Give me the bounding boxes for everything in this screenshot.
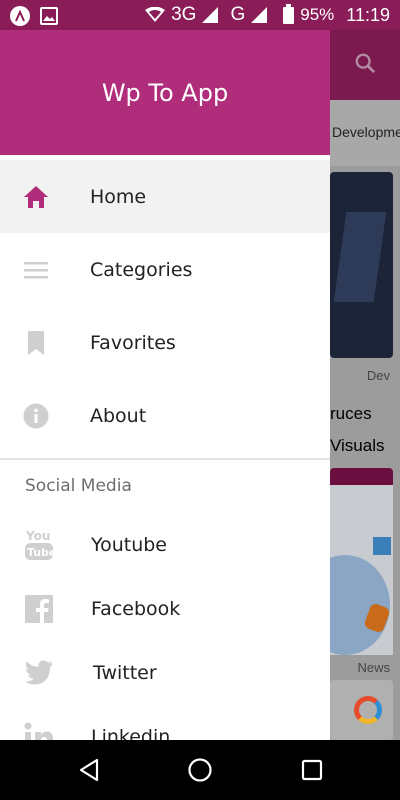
battery-percent: 95% — [300, 5, 335, 24]
home-circle-icon — [188, 758, 212, 782]
drawer-item-home[interactable]: Home — [0, 160, 330, 233]
svg-text:Tube: Tube — [27, 546, 54, 559]
battery-icon — [283, 3, 295, 24]
search-icon — [355, 53, 376, 74]
youtube-icon: You Tube — [24, 528, 54, 562]
navigation-drawer: Wp To App Home Categories Favorites Abou… — [0, 30, 330, 740]
drawer-item-label: Home — [90, 185, 147, 208]
drawer-item-about[interactable]: About — [0, 379, 330, 452]
svg-text:You: You — [25, 529, 50, 543]
signal-icon-2 — [251, 7, 268, 23]
drawer-item-youtube[interactable]: You Tube Youtube — [0, 514, 330, 578]
drawer-item-label: Categories — [90, 258, 193, 281]
background-card-category: Dev — [366, 368, 390, 383]
linkedin-icon — [24, 720, 54, 740]
background-card-3 — [330, 680, 393, 740]
drawer-item-favorites[interactable]: Favorites — [0, 306, 330, 379]
drawer-header: Wp To App — [0, 30, 330, 155]
drawer-item-label: Youtube — [91, 534, 167, 556]
background-tab: Developme — [330, 100, 400, 166]
status-bar: 3G G 95% 11:19 — [0, 0, 400, 30]
image-notification-icon — [40, 7, 58, 25]
clock: 11:19 — [346, 4, 390, 25]
drawer-item-label: About — [90, 404, 147, 427]
facebook-icon — [24, 592, 54, 626]
drawer-item-twitter[interactable]: Twitter — [0, 642, 330, 706]
section-label-social: Social Media — [25, 476, 132, 496]
background-card-image-2 — [330, 485, 393, 655]
drawer-divider — [0, 458, 330, 460]
drawer-item-label: Facebook — [91, 598, 181, 620]
system-nav-bar — [0, 740, 400, 800]
back-button[interactable] — [75, 756, 103, 784]
signal-icon — [202, 7, 219, 23]
drawer-item-label: Favorites — [90, 331, 176, 354]
recents-button[interactable] — [298, 756, 326, 784]
drawer-title: Wp To App — [101, 78, 229, 107]
home-icon — [22, 183, 50, 211]
twitter-icon — [24, 656, 54, 690]
network-g-label: G — [230, 4, 246, 25]
menu-icon — [22, 256, 50, 284]
drawer-item-linkedin[interactable]: Linkedin — [0, 706, 330, 740]
network-3g-label: 3G — [171, 4, 197, 25]
background-title-line1: ruces — [330, 404, 372, 423]
background-toolbar — [330, 30, 400, 100]
drawer-item-label: Twitter — [93, 662, 157, 684]
drawer-item-label: Linkedin — [91, 726, 171, 740]
info-icon — [22, 402, 50, 430]
home-button[interactable] — [186, 756, 214, 784]
background-app-scrim[interactable]: Developme Dev ruces Visuals News — [330, 30, 400, 740]
bookmark-icon — [22, 329, 50, 357]
background-title-line2: Visuals — [330, 436, 385, 455]
wifi-icon — [145, 7, 166, 22]
app-notification-icon — [10, 6, 30, 26]
back-icon — [79, 758, 99, 782]
background-card-image — [330, 172, 393, 358]
drawer-item-categories[interactable]: Categories — [0, 233, 330, 306]
background-card-category-2: News — [357, 660, 390, 675]
recents-icon — [301, 759, 323, 781]
background-card-title: ruces Visuals — [330, 398, 385, 462]
drawer-item-facebook[interactable]: Facebook — [0, 578, 330, 642]
